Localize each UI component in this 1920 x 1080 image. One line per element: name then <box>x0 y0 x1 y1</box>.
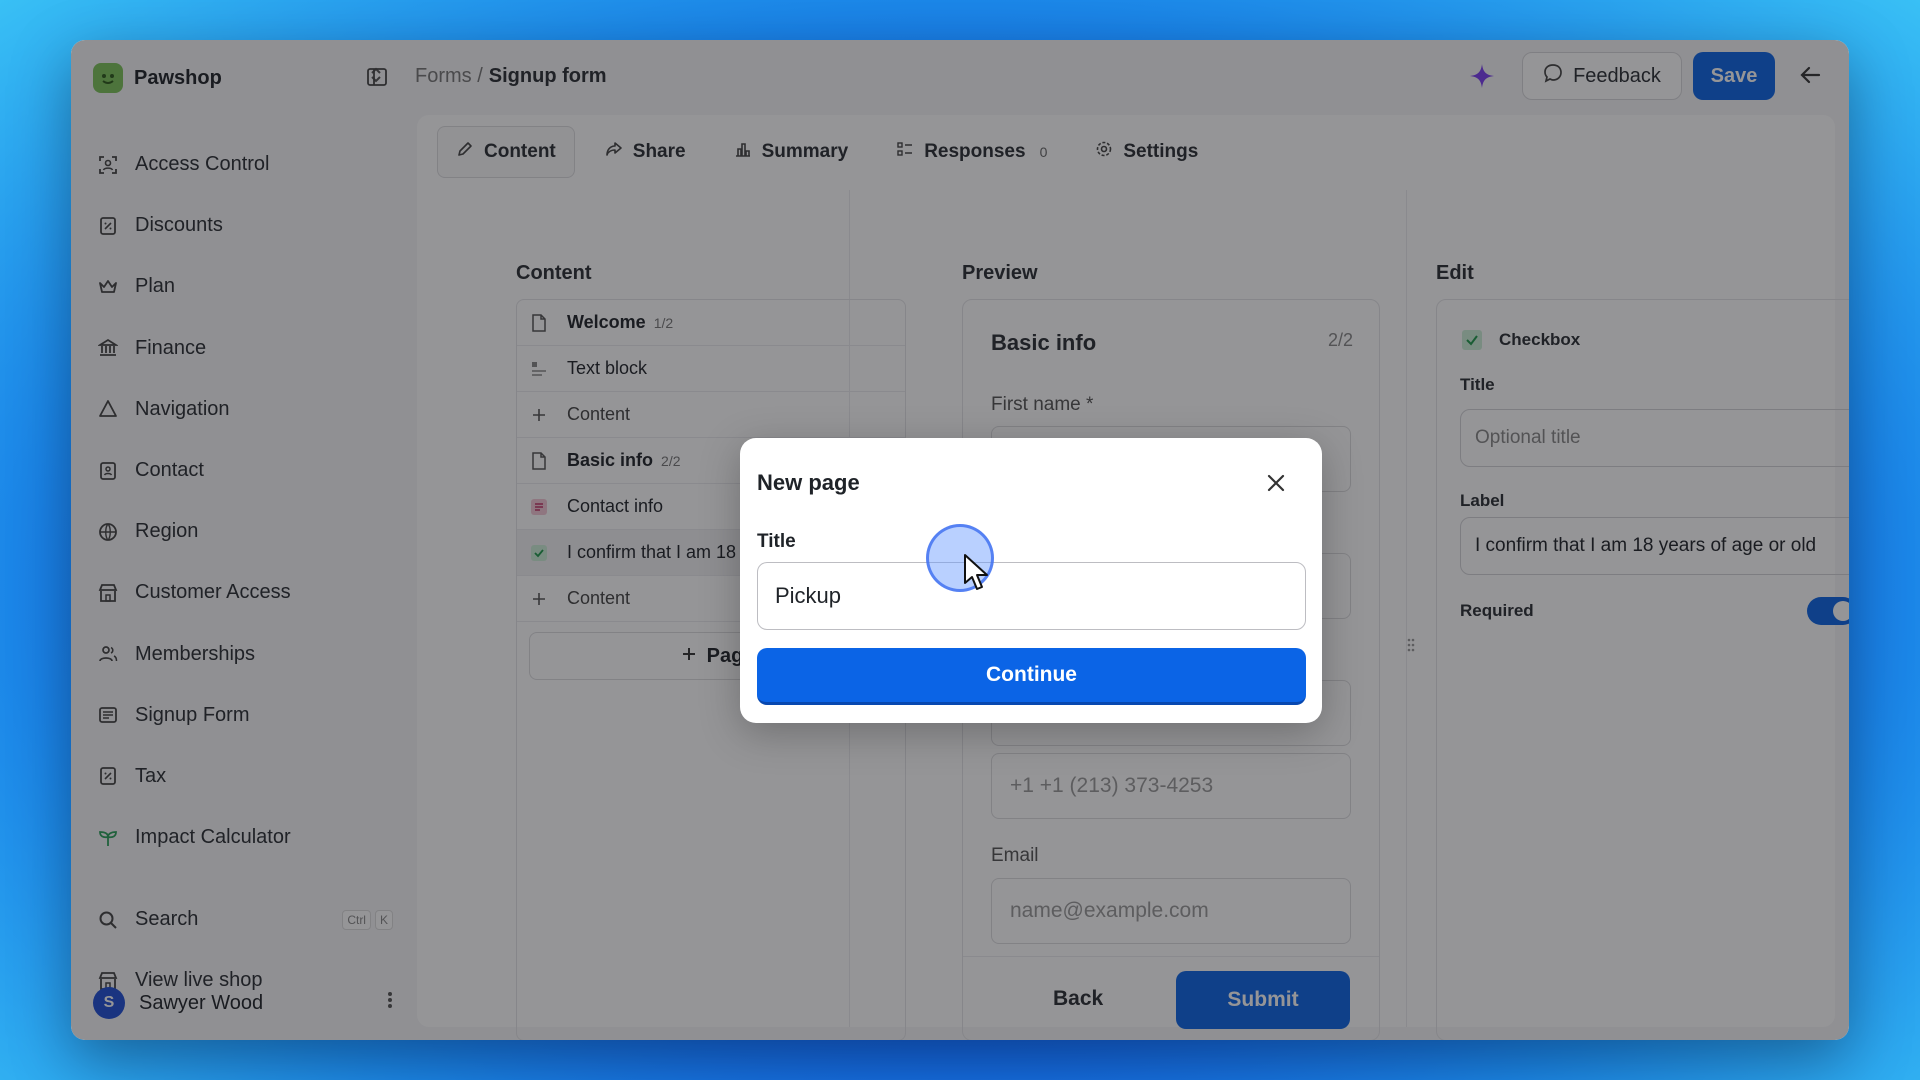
continue-button[interactable]: Continue <box>757 648 1306 705</box>
app-window: Pawshop Access Control Discounts Plan Fi… <box>71 40 1849 1040</box>
mouse-pointer-icon <box>962 553 992 593</box>
page-title-input[interactable]: Pickup <box>757 562 1306 630</box>
dialog-title: New page <box>757 470 860 495</box>
page-title-label: Title <box>757 531 796 552</box>
new-page-dialog: New page Title Pickup Continue <box>740 438 1322 723</box>
close-icon[interactable] <box>1265 472 1287 494</box>
page-title-value: Pickup <box>775 583 842 608</box>
